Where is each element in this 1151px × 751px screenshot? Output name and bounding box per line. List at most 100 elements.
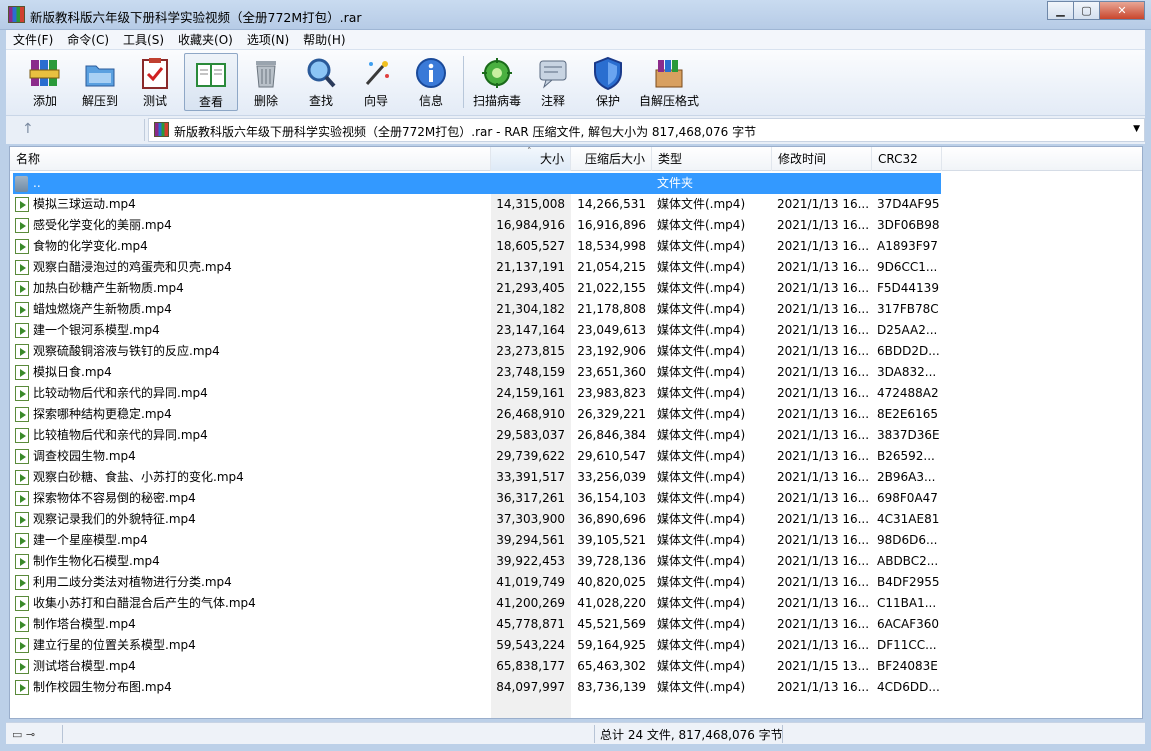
- file-modified: 2021/1/13 16...: [777, 218, 870, 232]
- maximize-button[interactable]: ▢: [1073, 1, 1100, 20]
- extract-to-button[interactable]: 解压到: [73, 53, 127, 111]
- menu-options[interactable]: 选项(N): [240, 31, 296, 48]
- file-row[interactable]: 观察硫酸铜溶液与铁钉的反应.mp4 23,273,815 23,192,906 媒体文…: [13, 341, 941, 362]
- file-row[interactable]: 感受化学变化的美丽.mp4 16,984,916 16,916,896 媒体文件(.m…: [13, 215, 941, 236]
- protect-label: 保护: [595, 94, 620, 108]
- file-type: 媒体文件(.mp4): [657, 449, 746, 463]
- protect-button[interactable]: 保护: [581, 53, 635, 111]
- file-packed-size: 39,728,136: [577, 554, 646, 568]
- file-name: 食物的化学变化.mp4: [33, 239, 148, 253]
- file-modified: 2021/1/13 16...: [777, 260, 870, 274]
- file-packed-size: 14,266,531: [577, 197, 646, 211]
- parent-folder-row[interactable]: .. 文件夹: [13, 173, 941, 194]
- find-button[interactable]: 查找: [294, 53, 348, 111]
- address-dropdown-icon[interactable]: ▼: [1133, 124, 1140, 134]
- file-row[interactable]: 建立行星的位置关系模型.mp4 59,543,224 59,164,925 媒体文件(…: [13, 635, 941, 656]
- file-size: 16,984,916: [496, 218, 565, 232]
- file-packed-size: 16,916,896: [577, 218, 646, 232]
- file-row[interactable]: 蜡烛燃烧产生新物质.mp4 21,304,182 21,178,808 媒体文件(.m…: [13, 299, 941, 320]
- file-name: 收集小苏打和白醋混合后产生的气体.mp4: [33, 596, 256, 610]
- file-name: 建一个星座模型.mp4: [33, 533, 148, 547]
- column-size-label: 大小: [539, 152, 564, 166]
- menu-tools[interactable]: 工具(S): [116, 31, 171, 48]
- menu-favorites[interactable]: 收藏夹(O): [171, 31, 240, 48]
- wizard-button[interactable]: 向导: [349, 53, 403, 111]
- file-row[interactable]: 探索哪种结构更稳定.mp4 26,468,910 26,329,221 媒体文件(.m…: [13, 404, 941, 425]
- file-row[interactable]: 观察记录我们的外貌特征.mp4 37,303,900 36,890,696 媒体文件(…: [13, 509, 941, 530]
- column-size[interactable]: ˄ 大小: [491, 147, 571, 171]
- file-row[interactable]: 建一个星座模型.mp4 39,294,561 39,105,521 媒体文件(.mp4…: [13, 530, 941, 551]
- file-modified: 2021/1/13 16...: [777, 491, 870, 505]
- magnifier-icon: [304, 56, 338, 90]
- winrar-app-icon: [8, 6, 25, 23]
- file-packed-size: 23,192,906: [577, 344, 646, 358]
- file-name: 探索哪种结构更稳定.mp4: [33, 407, 172, 421]
- column-crc[interactable]: CRC32: [872, 147, 942, 171]
- file-type: 媒体文件(.mp4): [657, 512, 746, 526]
- file-row[interactable]: 模拟三球运动.mp4 14,315,008 14,266,531 媒体文件(.mp4)…: [13, 194, 941, 215]
- add-button[interactable]: 添加: [18, 53, 72, 111]
- video-file-icon: [15, 554, 29, 569]
- file-name: 观察记录我们的外貌特征.mp4: [33, 512, 196, 526]
- column-mtime[interactable]: 修改时间: [772, 147, 872, 171]
- address-field[interactable]: 新版教科版六年级下册科学实验视频（全册772M打包）.rar - RAR 压缩文…: [148, 118, 1145, 142]
- minimize-button[interactable]: ▁: [1047, 1, 1074, 20]
- file-size: 36,317,261: [496, 491, 565, 505]
- file-row[interactable]: 探索物体不容易倒的秘密.mp4 36,317,261 36,154,103 媒体文件(…: [13, 488, 941, 509]
- file-row[interactable]: 调查校园生物.mp4 29,739,622 29,610,547 媒体文件(.mp4)…: [13, 446, 941, 467]
- file-row[interactable]: 收集小苏打和白醋混合后产生的气体.mp4 41,200,269 41,028,220…: [13, 593, 941, 614]
- file-row[interactable]: 测试塔台模型.mp4 65,838,177 65,463,302 媒体文件(.mp4)…: [13, 656, 941, 677]
- file-row[interactable]: 制作生物化石模型.mp4 39,922,453 39,728,136 媒体文件(.mp…: [13, 551, 941, 572]
- virus-scan-label: 扫描病毒: [472, 94, 521, 108]
- file-crc32: 4CD6DD...: [877, 680, 940, 694]
- file-row[interactable]: 比较植物后代和亲代的异同.mp4 29,583,037 26,846,384 媒体文件…: [13, 425, 941, 446]
- file-row[interactable]: 食物的化学变化.mp4 18,605,527 18,534,998 媒体文件(.mp4…: [13, 236, 941, 257]
- file-name: 比较植物后代和亲代的异同.mp4: [33, 428, 208, 442]
- books-stack-icon: [28, 56, 62, 90]
- file-modified: 2021/1/13 16...: [777, 449, 870, 463]
- file-row[interactable]: 模拟日食.mp4 23,748,159 23,651,360 媒体文件(.mp4) 20…: [13, 362, 941, 383]
- column-packed[interactable]: 压缩后大小: [571, 147, 652, 171]
- file-row[interactable]: 建一个银河系模型.mp4 23,147,164 23,049,613 媒体文件(.mp…: [13, 320, 941, 341]
- file-crc32: 9D6CC1...: [877, 260, 938, 274]
- file-name: 模拟日食.mp4: [33, 365, 112, 379]
- file-name: ..: [33, 176, 41, 190]
- file-list[interactable]: 名称 ˄ 大小 压缩后大小 类型 修改时间 CRC32 .. 文件夹 模拟三球运…: [9, 146, 1143, 719]
- up-folder-button[interactable]: ↑: [22, 121, 34, 137]
- file-type: 媒体文件(.mp4): [657, 302, 746, 316]
- file-row[interactable]: 观察白醋浸泡过的鸡蛋壳和贝壳.mp4 21,137,191 21,054,215 媒体…: [13, 257, 941, 278]
- file-row[interactable]: 加热白砂糖产生新物质.mp4 21,293,405 21,022,155 媒体文件(.…: [13, 278, 941, 299]
- file-size: 41,019,749: [496, 575, 565, 589]
- file-row[interactable]: 比较动物后代和亲代的异同.mp4 24,159,161 23,983,823 媒体文件…: [13, 383, 941, 404]
- info-button[interactable]: 信息: [404, 53, 458, 111]
- comment-button[interactable]: 注释: [526, 53, 580, 111]
- video-file-icon: [15, 491, 29, 506]
- sfx-button[interactable]: 自解压格式: [638, 53, 700, 111]
- menu-file[interactable]: 文件(F): [6, 31, 60, 48]
- file-modified: 2021/1/13 16...: [777, 533, 870, 547]
- file-row[interactable]: 观察白砂糖、食盐、小苏打的变化.mp4 33,391,517 33,256,039 媒…: [13, 467, 941, 488]
- column-type[interactable]: 类型: [652, 147, 772, 171]
- shield-icon: [591, 56, 625, 91]
- file-modified: 2021/1/13 16...: [777, 680, 870, 694]
- file-size: 23,273,815: [496, 344, 565, 358]
- status-separator: [594, 725, 595, 743]
- virus-scan-button[interactable]: 扫描病毒: [468, 53, 526, 111]
- video-file-icon: [15, 365, 29, 380]
- delete-button[interactable]: 删除: [239, 53, 293, 111]
- view-label: 查看: [198, 95, 223, 109]
- file-crc32: D25AA2...: [877, 323, 938, 337]
- menu-commands[interactable]: 命令(C): [60, 31, 116, 48]
- file-row[interactable]: 利用二歧分类法对植物进行分类.mp4 41,019,749 40,820,025 媒体…: [13, 572, 941, 593]
- file-crc32: 3DA832...: [877, 365, 937, 379]
- test-button[interactable]: 测试: [128, 53, 182, 111]
- file-packed-size: 21,022,155: [577, 281, 646, 295]
- menu-help[interactable]: 帮助(H): [296, 31, 352, 48]
- view-button[interactable]: 查看: [184, 53, 238, 111]
- column-name[interactable]: 名称: [10, 147, 491, 171]
- file-row[interactable]: 制作校园生物分布图.mp4 84,097,997 83,736,139 媒体文件(.m…: [13, 677, 941, 698]
- file-name: 感受化学变化的美丽.mp4: [33, 218, 172, 232]
- close-button[interactable]: ✕: [1099, 1, 1145, 20]
- file-row[interactable]: 制作塔台模型.mp4 45,778,871 45,521,569 媒体文件(.mp4)…: [13, 614, 941, 635]
- file-name: 测试塔台模型.mp4: [33, 659, 136, 673]
